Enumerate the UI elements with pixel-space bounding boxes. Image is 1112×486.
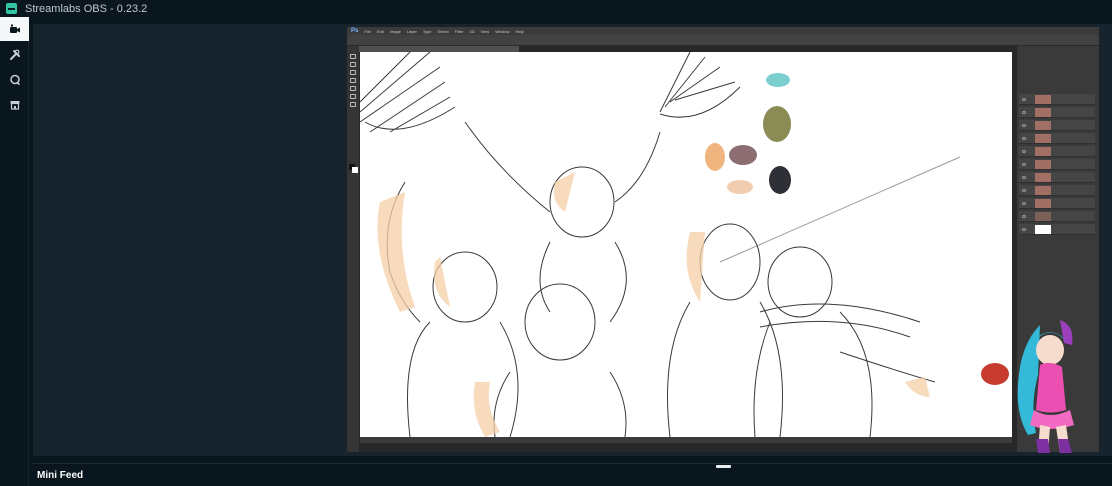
line-art-illustration [360,52,1009,437]
sidebar-item-store[interactable] [0,93,29,117]
artwork-canvas [360,52,1012,437]
title-bar: Streamlabs OBS - 0.23.2 [0,0,1112,17]
swatch-mauve-shape [729,145,757,165]
source-menu-item: Layer [406,28,417,34]
layer-row [1019,224,1095,235]
lasso-tool-icon [350,62,356,67]
layer-row [1019,198,1095,209]
source-app-logo: Ps [351,28,359,34]
sidebar-nav [0,17,29,486]
source-menu-item: Edit [376,28,384,34]
streamlabs-logo-icon [6,3,17,14]
eraser-tool-icon [350,78,356,83]
chat-bubble-icon [9,74,20,86]
sidebar-item-themes[interactable] [0,43,29,67]
swatch-teal-shape [766,73,790,87]
display-capture-source[interactable]: Ps File Edit Image Layer Type Select Fil… [347,27,1099,452]
text-tool-icon [350,94,356,99]
layer-row [1019,146,1095,157]
source-menu-bar: Ps File Edit Image Layer Type Select Fil… [347,27,1099,35]
swatch-peach-shape [705,143,725,171]
layer-row [1019,94,1095,105]
source-menu-item: Image [389,28,401,34]
source-options-bar [347,35,1099,46]
sidebar-item-studio[interactable] [0,17,29,41]
source-status-bar [360,437,1012,443]
mini-feed-panel: Mini Feed [33,463,1112,486]
source-menu-item: Help [515,28,524,34]
source-menu-item: Select [437,28,449,34]
app-title: Streamlabs OBS - 0.23.2 [25,2,148,15]
layer-row [1019,107,1095,118]
source-menu-item: 3D [469,28,475,34]
store-icon [10,101,19,110]
layer-row [1019,211,1095,222]
pen-tool-icon [350,86,356,91]
source-tool-strip [347,46,359,452]
layer-row [1019,185,1095,196]
swatch-olive-shape [763,106,791,142]
zoom-tool-icon [350,102,356,107]
source-menu-item: View [480,28,490,34]
sidebar-item-chat[interactable] [0,68,29,92]
layer-row [1019,133,1095,144]
swatch-dark-shape [769,166,791,194]
mini-feed-title: Mini Feed [37,470,84,481]
source-menu-item: Window [495,28,510,34]
move-tool-icon [350,54,356,59]
wrench-tools-icon [9,49,20,60]
layer-row [1019,120,1095,131]
background-color-icon [352,167,358,173]
mascot-overlay-image [1017,320,1074,453]
source-menu-item: Filter [454,28,464,34]
layer-row [1019,159,1095,170]
brush-tool-icon [350,70,356,75]
swatch-light-skin-shape [727,180,753,194]
source-menu-item: File [364,28,371,34]
swatch-red-shape [981,363,1009,385]
layer-row [1019,172,1095,183]
studio-camera-icon [9,24,20,33]
source-menu-item: Type [422,28,432,34]
